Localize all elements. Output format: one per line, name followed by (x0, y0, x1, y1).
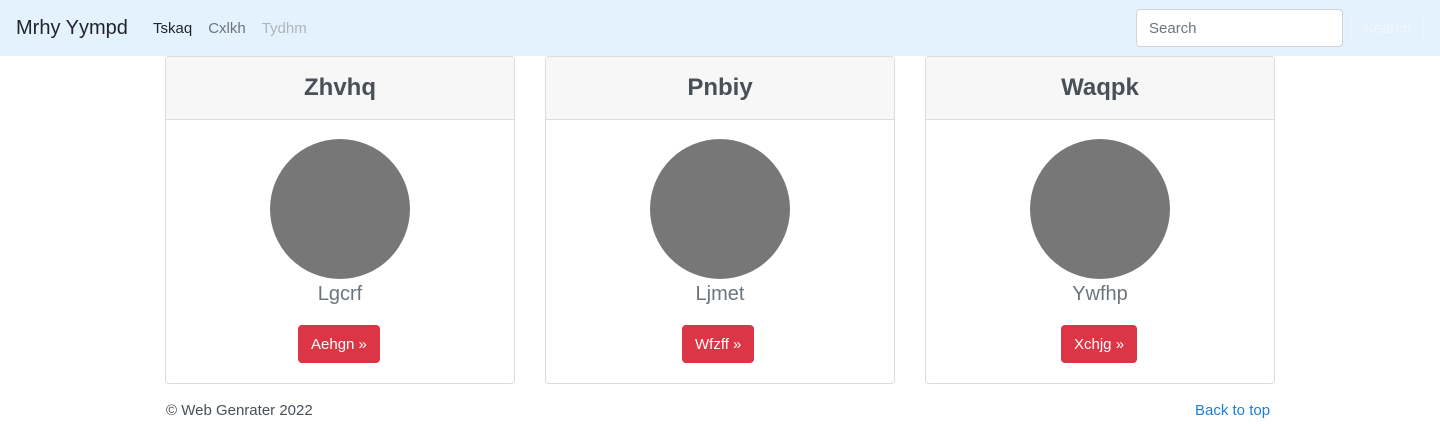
card-name: Ywfhp (1072, 283, 1128, 305)
avatar-placeholder (650, 139, 790, 279)
navbar: Mrhy Yympd Tskaq Cxlkh Tydhm Search (0, 0, 1440, 56)
nav-links: Tskaq Cxlkh Tydhm (153, 0, 307, 56)
search-input[interactable] (1136, 9, 1343, 47)
nav-link-tskaq[interactable]: Tskaq (153, 20, 192, 37)
card-name: Ljmet (695, 283, 745, 305)
footer-copyright: © Web Genrater 2022 (166, 402, 313, 419)
card-pnbiy: Pnbiy Ljmet Wfzff » (545, 56, 895, 384)
card-waqpk: Waqpk Ywfhp Xchjg » (925, 56, 1275, 384)
avatar-placeholder (270, 139, 410, 279)
card-action-button[interactable]: Aehgn » (298, 325, 380, 363)
card-zhvhq: Zhvhq Lgcrf Aehgn » (165, 56, 515, 384)
avatar-placeholder (1030, 139, 1170, 279)
card-title: Zhvhq (166, 57, 514, 120)
card-title: Pnbiy (546, 57, 894, 120)
brand-link[interactable]: Mrhy Yympd (16, 0, 128, 56)
card-title: Waqpk (926, 57, 1274, 120)
card-action-button[interactable]: Wfzff » (682, 325, 755, 363)
card-name: Lgcrf (317, 283, 363, 305)
search-button[interactable]: Search (1351, 9, 1424, 47)
nav-link-tydhm: Tydhm (261, 19, 307, 37)
back-to-top-link[interactable]: Back to top (1195, 402, 1270, 419)
card-action-button[interactable]: Xchjg » (1061, 325, 1138, 363)
nav-link-cxlkh[interactable]: Cxlkh (208, 20, 246, 37)
